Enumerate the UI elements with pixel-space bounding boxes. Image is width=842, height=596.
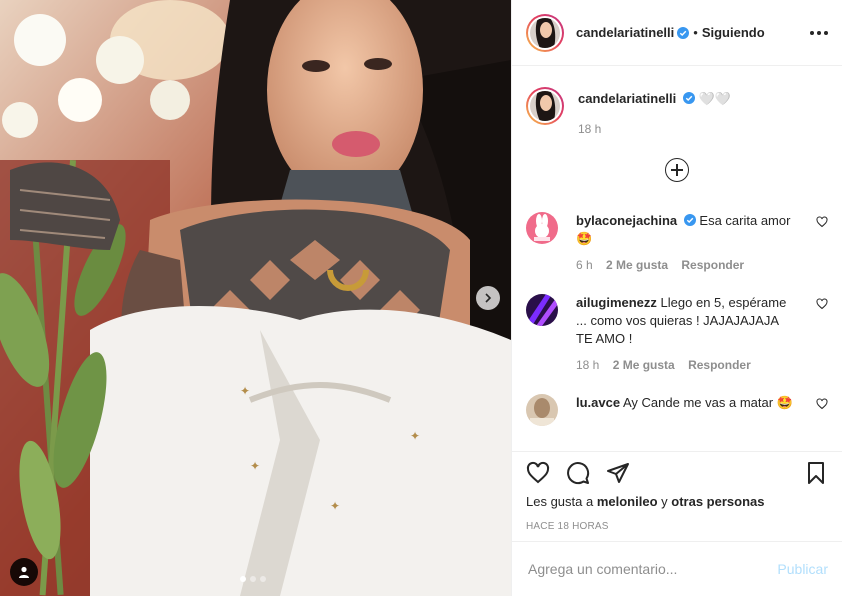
next-photo-button[interactable] [476, 286, 500, 310]
verified-badge-icon [677, 26, 690, 39]
svg-text:✦: ✦ [410, 429, 420, 443]
comment-input[interactable] [528, 561, 778, 577]
comment-likes[interactable]: 2 Me gusta [613, 358, 675, 372]
author-avatar[interactable] [526, 13, 564, 52]
like-comment-heart-icon[interactable] [816, 298, 828, 310]
comment-username[interactable]: bylaconejachina [576, 213, 677, 228]
add-comment-form: Publicar [512, 541, 842, 596]
svg-text:✦: ✦ [330, 499, 340, 513]
avatar-image [530, 17, 560, 48]
instagram-post: ✦ ✦ ✦ ✦ candelariatinelli • Siguiendo ca… [0, 0, 842, 596]
comment-text: Ay Cande me vas a matar 🤩 [623, 395, 793, 410]
verified-badge-icon [683, 214, 696, 226]
post-caption: candelariatinelli 🤍🤍 18 h [526, 87, 828, 136]
carousel-dot [260, 576, 266, 582]
comments-section[interactable]: candelariatinelli 🤍🤍 18 h bylaconejachin… [512, 67, 842, 451]
following-button[interactable]: Siguiendo [702, 25, 765, 40]
header-separator: • [693, 25, 698, 40]
share-paper-plane-icon[interactable] [606, 461, 630, 485]
likes-others-link[interactable]: otras personas [671, 494, 764, 509]
avatar-image [530, 91, 560, 121]
tagged-users-button[interactable] [10, 558, 38, 586]
carousel-indicator [240, 576, 266, 582]
caption-time[interactable]: 18 h [578, 122, 601, 136]
caption-text: 🤍🤍 [698, 91, 731, 106]
avatar-image [526, 294, 558, 326]
comment-item: bylaconejachina Esa carita amor 🤩 6 h 2 … [526, 212, 828, 272]
post-media[interactable]: ✦ ✦ ✦ ✦ [0, 0, 511, 596]
like-comment-heart-icon[interactable] [816, 216, 828, 228]
likes-prefix: Les gusta a [526, 494, 594, 509]
comment-username[interactable]: ailugimenezz [576, 295, 657, 310]
author-username[interactable]: candelariatinelli [576, 25, 674, 40]
post-actions: Les gusta a melonileo y otras personas H… [512, 451, 842, 532]
load-more-comments-button[interactable] [665, 158, 689, 182]
comment-username[interactable]: lu.avce [576, 395, 620, 410]
carousel-dot [250, 576, 256, 582]
more-options-icon[interactable] [810, 30, 828, 35]
comment-item: ailugimenezz Llego en 5, espérame ... co… [526, 294, 828, 372]
like-heart-icon[interactable] [526, 461, 550, 485]
commenter-avatar[interactable] [526, 212, 558, 244]
likes-summary: Les gusta a melonileo y otras personas [526, 494, 828, 509]
comment-bubble-icon[interactable] [566, 461, 590, 485]
like-comment-heart-icon[interactable] [816, 398, 828, 410]
reply-button[interactable]: Responder [688, 358, 751, 372]
chevron-right-icon [485, 293, 492, 303]
publish-button[interactable]: Publicar [777, 561, 828, 577]
avatar-image [526, 394, 558, 426]
caption-avatar[interactable] [526, 87, 564, 125]
bookmark-save-icon[interactable] [804, 461, 828, 485]
comment-item: lu.avce Ay Cande me vas a matar 🤩 [526, 394, 828, 426]
caption-username[interactable]: candelariatinelli [578, 91, 676, 106]
commenter-avatar[interactable] [526, 294, 558, 326]
post-timestamp[interactable]: HACE 18 HORAS [526, 521, 828, 532]
verified-badge-icon [682, 92, 695, 104]
post-photo: ✦ ✦ ✦ ✦ [0, 0, 511, 596]
avatar-image [526, 212, 558, 244]
post-side-panel: candelariatinelli • Siguiendo candelaria… [511, 0, 842, 596]
carousel-dot [240, 576, 246, 582]
likes-and: y [661, 494, 668, 509]
likes-user-link[interactable]: melonileo [597, 494, 658, 509]
user-icon [19, 566, 29, 578]
comment-time[interactable]: 18 h [576, 358, 599, 372]
svg-text:✦: ✦ [250, 459, 260, 473]
post-header: candelariatinelli • Siguiendo [512, 0, 842, 66]
svg-text:✦: ✦ [240, 384, 250, 398]
reply-button[interactable]: Responder [681, 258, 744, 272]
commenter-avatar[interactable] [526, 394, 558, 426]
comment-likes[interactable]: 2 Me gusta [606, 258, 668, 272]
comment-time[interactable]: 6 h [576, 258, 593, 272]
